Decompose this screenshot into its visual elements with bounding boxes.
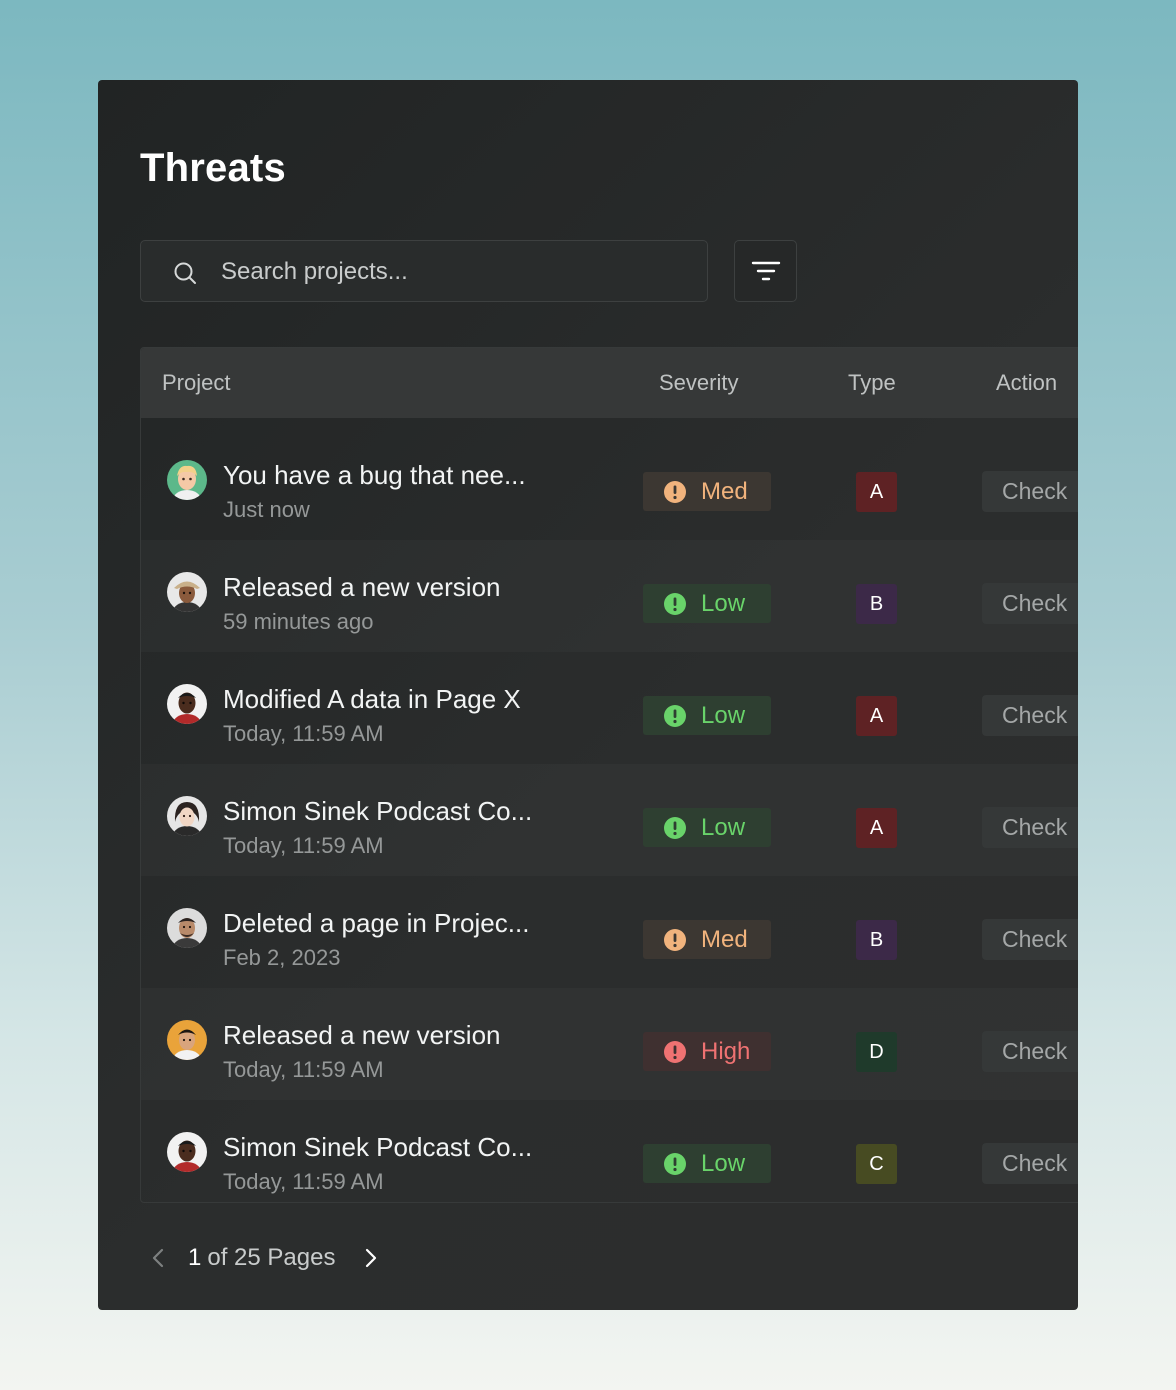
severity-label: Low (701, 1149, 746, 1177)
check-button[interactable]: Check (982, 695, 1078, 736)
alert-circle-icon (664, 1040, 686, 1063)
severity-label: Low (701, 701, 746, 729)
type-badge: D (856, 1032, 897, 1072)
column-severity[interactable]: Severity (659, 370, 738, 396)
row-title: Modified A data in Page X (223, 684, 521, 714)
avatar (167, 684, 207, 724)
filter-icon (751, 261, 780, 281)
table-row[interactable]: Simon Sinek Podcast Co... Today, 11:59 A… (141, 764, 1078, 876)
threats-table: Project Severity Type Action You have a … (140, 347, 1078, 1203)
row-time: Today, 11:59 AM (223, 721, 384, 746)
table-row[interactable]: You have a bug that nee... Just now Med … (141, 428, 1078, 540)
chevron-left-icon (152, 1248, 164, 1268)
severity-label: Low (701, 813, 746, 841)
type-badge: A (856, 696, 897, 736)
type-badge: B (856, 920, 897, 960)
table-row[interactable]: Modified A data in Page X Today, 11:59 A… (141, 652, 1078, 764)
alert-circle-icon (664, 704, 686, 727)
severity-badge: Low (643, 584, 771, 623)
severity-badge: Med (643, 920, 771, 959)
row-title: Simon Sinek Podcast Co... (223, 1132, 533, 1162)
alert-circle-icon (664, 480, 686, 503)
table-row[interactable]: Released a new version 59 minutes ago Lo… (141, 540, 1078, 652)
search-input[interactable] (219, 241, 693, 303)
table-row[interactable]: Deleted a page in Projec... Feb 2, 2023 … (141, 876, 1078, 988)
alert-circle-icon (664, 1152, 686, 1175)
severity-badge: Low (643, 696, 771, 735)
avatar (167, 796, 207, 836)
row-time: Today, 11:59 AM (223, 1057, 384, 1082)
type-badge: B (856, 584, 897, 624)
check-button[interactable]: Check (982, 1031, 1078, 1072)
page-count: of 25 Pages (207, 1244, 336, 1271)
row-title: Released a new version (223, 1020, 501, 1050)
row-title: You have a bug that nee... (223, 460, 526, 490)
column-project[interactable]: Project (162, 370, 230, 396)
alert-circle-icon (664, 816, 686, 839)
severity-label: Med (701, 477, 748, 505)
type-badge: A (856, 472, 897, 512)
check-button[interactable]: Check (982, 583, 1078, 624)
severity-badge: Low (643, 808, 771, 847)
severity-label: High (701, 1037, 751, 1065)
severity-badge: Med (643, 472, 771, 511)
severity-label: Low (701, 589, 746, 617)
search-icon (174, 262, 196, 284)
table-header: Project Severity Type Action (141, 348, 1078, 418)
column-action[interactable]: Action (996, 370, 1057, 396)
threats-panel: Threats Project Severity Type Action (98, 80, 1078, 1310)
prev-page-button[interactable] (146, 1246, 170, 1270)
row-time: Today, 11:59 AM (223, 1169, 384, 1194)
row-time: 59 minutes ago (223, 609, 374, 634)
row-time: Just now (223, 497, 310, 522)
check-button[interactable]: Check (982, 1143, 1078, 1184)
page-title: Threats (140, 146, 286, 190)
alert-circle-icon (664, 592, 686, 615)
row-title: Simon Sinek Podcast Co... (223, 796, 533, 826)
avatar (167, 460, 207, 500)
next-page-button[interactable] (359, 1246, 383, 1270)
check-button[interactable]: Check (982, 471, 1078, 512)
severity-badge: High (643, 1032, 771, 1071)
filter-button[interactable] (734, 240, 797, 302)
column-type[interactable]: Type (848, 370, 896, 396)
avatar (167, 908, 207, 948)
type-badge: A (856, 808, 897, 848)
current-page: 1 (188, 1244, 202, 1271)
row-time: Today, 11:59 AM (223, 833, 384, 858)
table-row[interactable]: Released a new version Today, 11:59 AM H… (141, 988, 1078, 1100)
severity-label: Med (701, 925, 748, 953)
avatar (167, 572, 207, 612)
severity-badge: Low (643, 1144, 771, 1183)
table-row[interactable]: Simon Sinek Podcast Co... Today, 11:59 A… (141, 1100, 1078, 1202)
type-badge: C (856, 1144, 897, 1184)
avatar (167, 1020, 207, 1060)
check-button[interactable]: Check (982, 919, 1078, 960)
check-button[interactable]: Check (982, 807, 1078, 848)
row-time: Feb 2, 2023 (223, 945, 341, 970)
pagination: 1 of 25 Pages (146, 1240, 383, 1276)
chevron-right-icon (366, 1248, 377, 1268)
row-title: Deleted a page in Projec... (223, 908, 530, 938)
row-title: Released a new version (223, 572, 501, 602)
search-box[interactable] (140, 240, 708, 303)
alert-circle-icon (664, 928, 686, 951)
avatar (167, 1132, 207, 1172)
